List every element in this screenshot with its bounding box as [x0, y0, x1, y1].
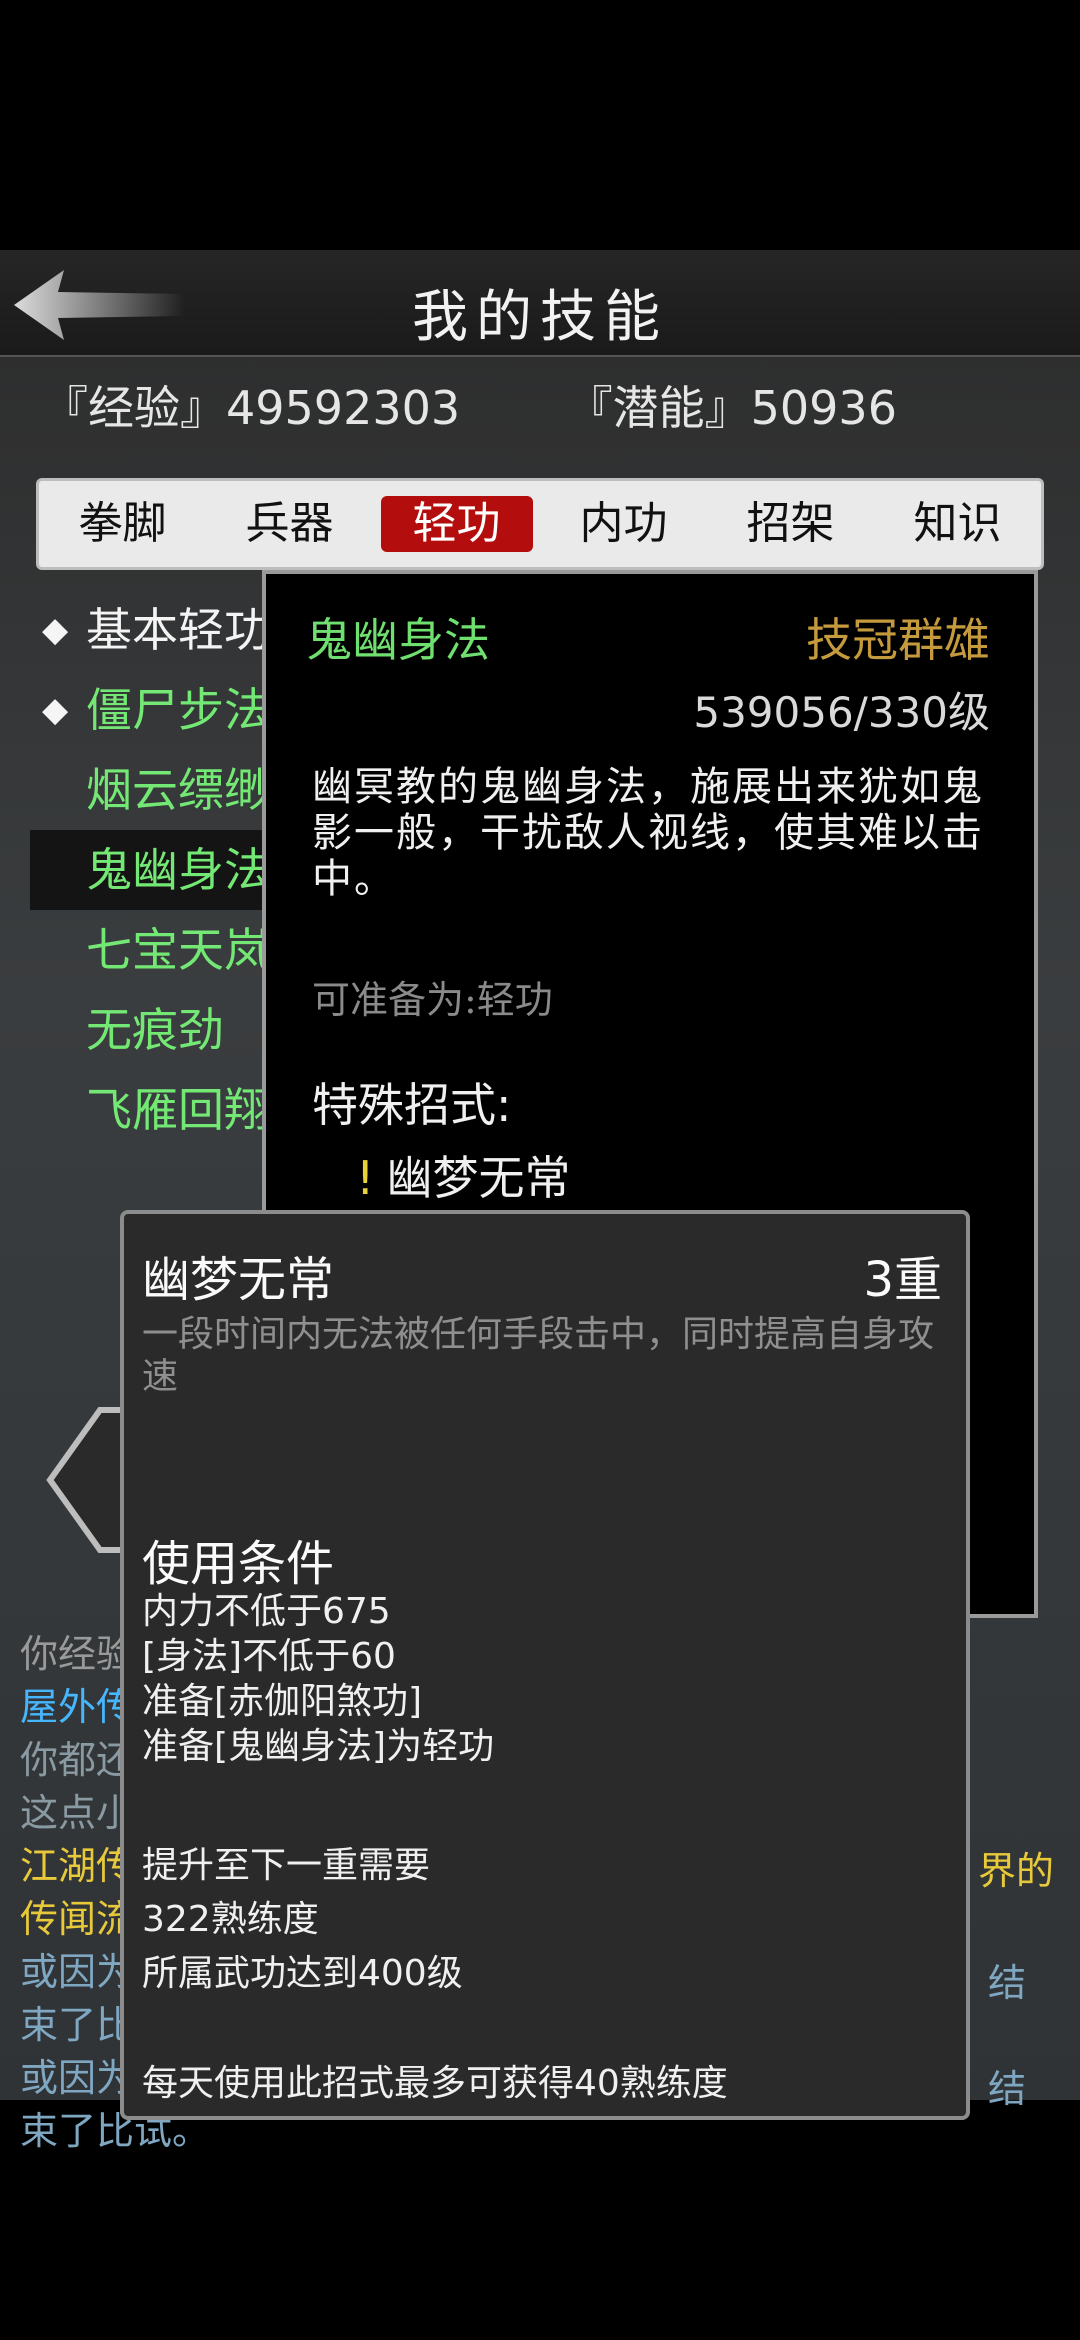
skill-level: 539056/330级	[693, 688, 990, 737]
tab-zhishi[interactable]: 知识	[882, 496, 1034, 552]
condition-item: [身法]不低于60	[142, 1636, 396, 1677]
potential-value: 『潜能』50936	[566, 381, 897, 435]
skill-item[interactable]: 无痕劲	[30, 990, 290, 1070]
log-line-right: 结	[988, 2067, 1027, 2111]
move-description: 一段时间内无法被任何手段击中，同时提高自身攻速	[142, 1314, 935, 1397]
diamond-icon: ◆	[42, 690, 69, 730]
header-bar: 我的技能	[0, 250, 1080, 357]
skill-label: 无痕劲	[86, 1003, 224, 1057]
condition-item: 内力不低于675	[142, 1591, 391, 1632]
skill-label: 烟云缥缈	[86, 763, 270, 817]
skill-label: 僵尸步法	[86, 683, 270, 737]
stats-row: 『经验』49592303 『潜能』50936	[42, 372, 897, 438]
move-tooltip: 幽梦无常 3重 一段时间内无法被任何手段击中，同时提高自身攻速 使用条件 内力不…	[120, 1210, 970, 2120]
skill-label: 鬼幽身法	[86, 843, 270, 897]
experience-value: 『经验』49592303	[42, 381, 461, 435]
skill-item[interactable]: ◆ 基本轻功	[30, 590, 290, 670]
special-move-name: 幽梦无常	[386, 1151, 571, 1205]
move-name: 幽梦无常	[142, 1252, 335, 1308]
skill-item[interactable]: 烟云缥缈	[30, 750, 290, 830]
skill-item[interactable]: 七宝天岚	[30, 910, 290, 990]
page-title: 我的技能	[412, 285, 668, 350]
move-level: 3重	[863, 1252, 942, 1308]
log-line-right: 结	[988, 1961, 1027, 2005]
skill-list: ◆ 基本轻功 ◆ 僵尸步法 烟云缥缈 鬼幽身法 七宝天岚 无痕劲 飞雁回翔	[30, 590, 290, 1150]
tab-quanjiao[interactable]: 拳脚	[47, 496, 199, 552]
log-line-right: 界的	[978, 1849, 1055, 1893]
condition-item: 准备[鬼幽身法]为轻功	[142, 1726, 495, 1767]
tab-qinggong[interactable]: 轻功	[380, 496, 533, 552]
skill-item[interactable]: ◆ 僵尸步法	[30, 670, 290, 750]
skill-label: 基本轻功	[86, 603, 270, 657]
upgrade-title: 提升至下一重需要	[142, 1845, 431, 1886]
tab-zhaojia[interactable]: 招架	[715, 496, 867, 552]
upgrade-item: 322熟练度	[142, 1899, 319, 1940]
tab-neigong[interactable]: 内功	[548, 496, 700, 552]
special-move-item[interactable]: ! 幽梦无常	[356, 1142, 570, 1208]
skill-prep-type: 可准备为:轻功	[312, 978, 553, 1022]
skill-rank: 技冠群雄	[806, 613, 990, 667]
skill-category-tabs: 拳脚 兵器 轻功 内功 招架 知识	[36, 478, 1044, 570]
skill-item[interactable]: 飞雁回翔	[30, 1070, 290, 1150]
skill-description: 幽冥教的鬼幽身法，施展出来犹如鬼影一般，干扰敌人视线，使其难以击中。	[312, 764, 984, 902]
status-bar-area	[0, 0, 1080, 250]
special-moves-title: 特殊招式:	[312, 1078, 512, 1132]
upgrade-item: 所属武功达到400级	[142, 1953, 463, 1994]
diamond-icon: ◆	[42, 610, 69, 650]
skill-item-selected[interactable]: 鬼幽身法	[30, 830, 290, 910]
conditions-title: 使用条件	[142, 1536, 335, 1592]
daily-limit-note: 每天使用此招式最多可获得40熟练度	[142, 2063, 728, 2104]
skill-name: 鬼幽身法	[306, 613, 490, 667]
upgrade-requirements: 提升至下一重需要 322熟练度 所属武功达到400级	[142, 1839, 463, 2001]
conditions-list: 内力不低于675 [身法]不低于60 准备[赤伽阳煞功] 准备[鬼幽身法]为轻功	[142, 1589, 494, 1769]
skill-label: 七宝天岚	[86, 923, 270, 977]
condition-item: 准备[赤伽阳煞功]	[142, 1681, 423, 1722]
skill-label: 飞雁回翔	[86, 1083, 270, 1137]
exclamation-icon: !	[356, 1151, 375, 1205]
tab-bingqi[interactable]: 兵器	[214, 496, 366, 552]
